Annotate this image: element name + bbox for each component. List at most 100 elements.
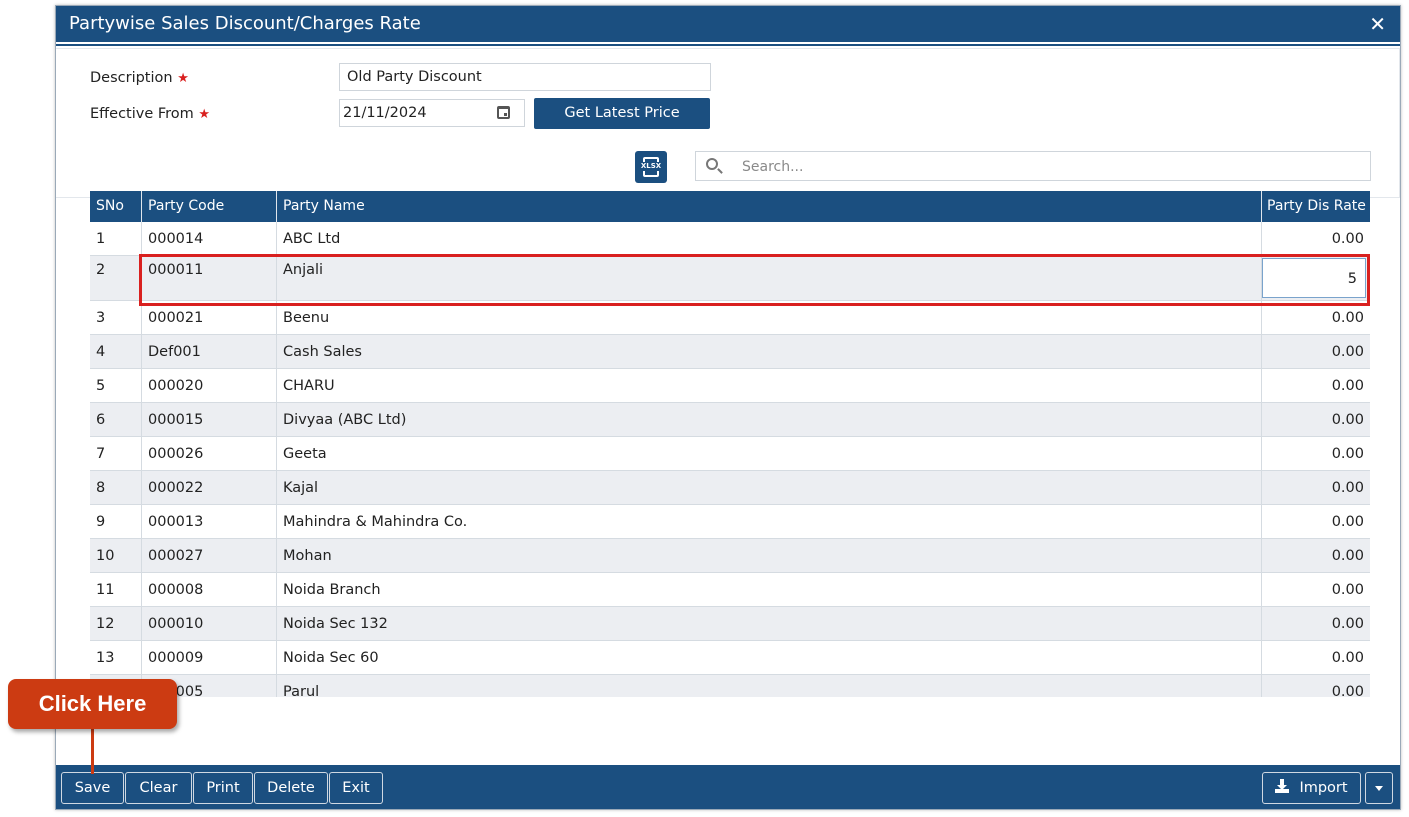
table-row[interactable]: 3 000021 Beenu 0.00 [90,301,1370,335]
description-input[interactable]: Old Party Discount [339,63,711,91]
cell-party-dis-rate[interactable]: 0.00 [1262,505,1370,538]
cell-sno: 6 [90,403,142,436]
cell-party-code: 000021 [142,301,277,334]
column-header-party-code[interactable]: Party Code [142,191,277,222]
exit-button[interactable]: Exit [329,772,383,804]
required-star-icon: ★ [198,107,211,122]
print-button[interactable]: Print [193,772,253,804]
table-row[interactable]: 6 000015 Divyaa (ABC Ltd) 0.00 [90,403,1370,437]
cell-party-code: Def001 [142,335,277,368]
table-row[interactable]: 14000005Parul0.00 [90,675,1370,697]
cell-party-name: Noida Sec 132 [277,607,1262,640]
cell-party-dis-rate[interactable]: 0.00 [1262,641,1370,674]
cell-party-name: Anjali [277,256,1262,300]
cell-party-dis-rate[interactable]: 0.00 [1262,573,1370,606]
grid-header: SNo Party Code Party Name Party Dis Rate [90,191,1370,222]
import-dropdown-button[interactable] [1365,772,1393,804]
search-icon [706,158,718,170]
effective-from-date-input[interactable]: 21/11/2024 [339,99,525,127]
party-dis-rate-edit-input[interactable]: 5 [1262,258,1366,298]
table-row[interactable]: 12 000010 Noida Sec 132 0.00 [90,607,1370,641]
cell-sno: 10 [90,539,142,572]
column-header-party-name[interactable]: Party Name [277,191,1262,222]
table-row[interactable]: 1 000014 ABC Ltd 0.00 [90,222,1370,256]
cell-party-dis-rate[interactable]: 0.00 [1262,301,1370,334]
cell-party-dis-rate[interactable]: 0.00 [1262,539,1370,572]
effective-from-label-text: Effective From [90,106,194,122]
cell-party-name: Parul [277,675,1262,697]
cell-party-code: 000026 [142,437,277,470]
cell-sno: 9 [90,505,142,538]
footer-toolbar: Save Clear Print Delete Exit Import [56,765,1400,809]
cell-sno: 12 [90,607,142,640]
column-header-sno[interactable]: SNo [90,191,142,222]
clear-button[interactable]: Clear [125,772,192,804]
table-row[interactable]: 5 000020 CHARU 0.00 [90,369,1370,403]
export-xlsx-button[interactable]: XLSX [635,151,667,183]
cell-party-name: Beenu [277,301,1262,334]
get-latest-price-button[interactable]: Get Latest Price [534,98,710,129]
table-row[interactable]: 10 000027 Mohan 0.00 [90,539,1370,573]
party-rate-grid: SNo Party Code Party Name Party Dis Rate… [90,191,1370,697]
callout-pointer [91,729,94,774]
cell-party-dis-rate[interactable]: 0.00 [1262,471,1370,504]
cell-party-dis-rate[interactable]: 0.00 [1262,403,1370,436]
cell-sno: 2 [90,256,142,300]
table-row[interactable]: 2 000011 Anjali 5 [90,256,1370,301]
download-icon [1275,779,1290,793]
import-button[interactable]: Import [1262,772,1361,804]
cell-party-code: 000010 [142,607,277,640]
description-label-text: Description [90,70,173,86]
table-row[interactable]: 4 Def001 Cash Sales 0.00 [90,335,1370,369]
cell-party-name: Noida Branch [277,573,1262,606]
chevron-down-icon [1375,785,1383,791]
cell-party-dis-rate[interactable]: 0.00 [1262,675,1370,697]
cell-party-name: Noida Sec 60 [277,641,1262,674]
delete-button[interactable]: Delete [254,772,328,804]
cell-party-name: Mahindra & Mahindra Co. [277,505,1262,538]
table-row[interactable]: 13 000009 Noida Sec 60 0.00 [90,641,1370,675]
titlebar-divider [56,44,1400,46]
cell-party-code: 000011 [142,256,277,300]
cell-party-code: 000020 [142,369,277,402]
cell-party-name: Geeta [277,437,1262,470]
save-button[interactable]: Save [61,772,124,804]
cell-party-dis-rate[interactable]: 0.00 [1262,222,1370,255]
description-label: Description ★ [90,70,189,86]
click-here-callout: Click Here [8,679,177,729]
cell-party-code: 000022 [142,471,277,504]
close-icon[interactable]: ✕ [1369,6,1386,42]
column-header-party-dis-rate[interactable]: Party Dis Rate [1262,191,1370,222]
cell-party-dis-rate[interactable]: 0.00 [1262,437,1370,470]
cell-party-dis-rate[interactable]: 0.00 [1262,607,1370,640]
cell-party-name: Cash Sales [277,335,1262,368]
calendar-icon[interactable] [497,106,510,119]
cell-party-name: Kajal [277,471,1262,504]
effective-from-value: 21/11/2024 [343,105,427,121]
search-placeholder: Search... [742,159,804,175]
search-input[interactable]: Search... [695,151,1371,181]
cell-sno: 8 [90,471,142,504]
cell-party-name: CHARU [277,369,1262,402]
cell-sno: 11 [90,573,142,606]
table-row[interactable]: 7 000026 Geeta 0.00 [90,437,1370,471]
import-label: Import [1299,780,1348,796]
cell-party-code: 000014 [142,222,277,255]
cell-party-code: 000013 [142,505,277,538]
table-row[interactable]: 11 000008 Noida Branch 0.00 [90,573,1370,607]
table-row[interactable]: 9 000013 Mahindra & Mahindra Co. 0.00 [90,505,1370,539]
cell-party-code: 000015 [142,403,277,436]
cell-party-dis-rate[interactable]: 0.00 [1262,335,1370,368]
cell-party-name: ABC Ltd [277,222,1262,255]
cell-party-dis-rate[interactable]: 0.00 [1262,369,1370,402]
dialog-titlebar: Partywise Sales Discount/Charges Rate ✕ [56,6,1400,42]
cell-sno: 13 [90,641,142,674]
cell-party-name: Divyaa (ABC Ltd) [277,403,1262,436]
party-discount-dialog: Partywise Sales Discount/Charges Rate ✕ … [55,5,1401,810]
xlsx-icon-label: XLSX [639,162,663,171]
cell-party-code: 000008 [142,573,277,606]
cell-sno: 4 [90,335,142,368]
cell-party-name: Mohan [277,539,1262,572]
table-row[interactable]: 8 000022 Kajal 0.00 [90,471,1370,505]
required-star-icon: ★ [177,71,189,86]
